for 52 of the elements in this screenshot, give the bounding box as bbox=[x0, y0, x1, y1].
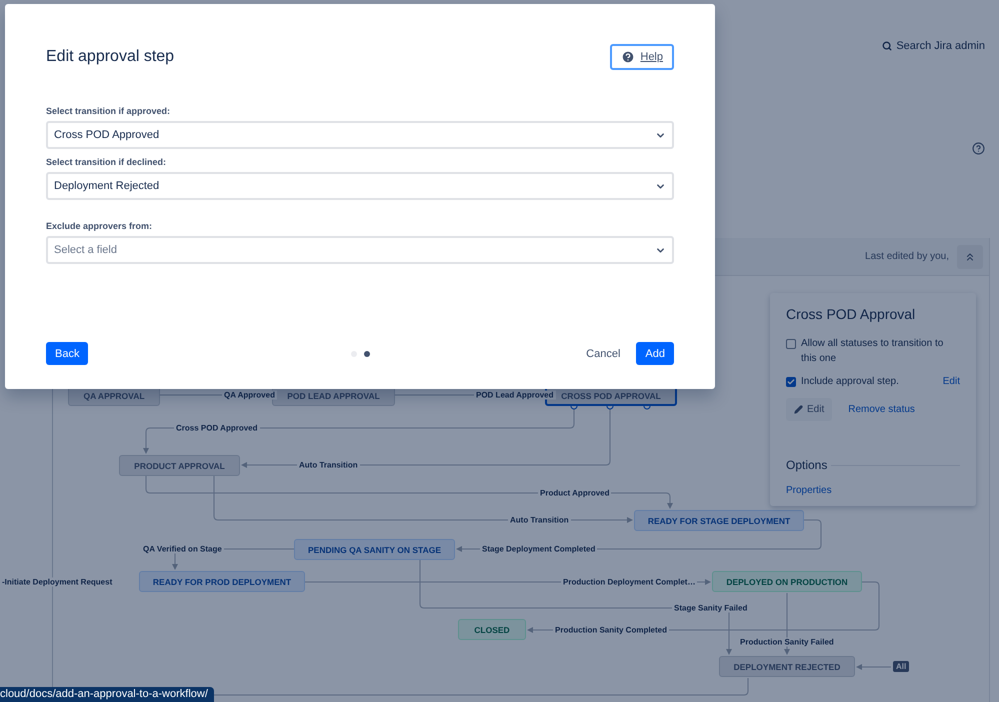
back-button[interactable]: Back bbox=[46, 342, 88, 365]
help-button[interactable]: Help bbox=[610, 44, 674, 70]
field-label: Select transition if declined: bbox=[46, 157, 168, 168]
global-transition-badge: All bbox=[893, 661, 910, 672]
transition-label[interactable]: Auto Transition bbox=[508, 516, 571, 524]
edit-button[interactable]: Edit bbox=[786, 398, 832, 421]
checkbox-label: Allow all statuses to transition to this one bbox=[801, 337, 944, 366]
connector-arrow bbox=[856, 664, 892, 670]
status-node[interactable]: CLOSED bbox=[458, 619, 526, 640]
help-icon bbox=[621, 50, 636, 64]
transition-label[interactable]: QA Verified on Stage bbox=[141, 544, 224, 554]
transition-label[interactable]: Auto Transition bbox=[297, 460, 360, 470]
status-node[interactable]: READY FOR PROD DEPLOYMENT bbox=[139, 571, 305, 592]
transition-label[interactable]: Stage Sanity Failed bbox=[672, 604, 750, 612]
url-tooltip: cloud/docs/add-an-approval-to-a-workflow/ bbox=[0, 687, 214, 702]
add-button[interactable]: Add bbox=[636, 342, 674, 365]
properties-link[interactable]: Properties bbox=[786, 485, 832, 496]
collapse-icon bbox=[964, 250, 976, 262]
field-label: Select transition if approved: bbox=[46, 106, 172, 117]
status-title: Cross POD Approval bbox=[786, 306, 916, 322]
status-node[interactable]: READY FOR STAGE DEPLOYMENT bbox=[634, 510, 804, 531]
collapse-button[interactable] bbox=[957, 244, 983, 268]
status-node[interactable]: DEPLOYMENT REJECTED bbox=[719, 656, 855, 677]
transition-label[interactable]: Production Sanity Completed bbox=[553, 626, 670, 634]
transition-label[interactable]: -Initiate Deployment Request bbox=[0, 578, 114, 586]
remove-status-link[interactable]: Remove status bbox=[848, 404, 915, 415]
transition-label[interactable]: Production Deployment Complet… bbox=[561, 578, 698, 586]
search-link[interactable]: Search Jira admin bbox=[882, 40, 985, 52]
help-icon[interactable] bbox=[972, 142, 985, 155]
dialog-title: Edit approval step bbox=[46, 48, 174, 66]
transition-label[interactable]: QA Approved bbox=[222, 390, 277, 400]
checkbox[interactable] bbox=[786, 377, 796, 387]
status-node[interactable]: PRODUCT APPROVAL bbox=[119, 455, 240, 476]
transition-label[interactable]: Cross POD Approved bbox=[174, 424, 260, 432]
cancel-button[interactable]: Cancel bbox=[582, 342, 624, 365]
options-heading: Options bbox=[786, 458, 828, 472]
checkbox[interactable] bbox=[786, 339, 796, 349]
status-node[interactable]: PENDING QA SANITY ON STAGE bbox=[294, 539, 455, 560]
transition-label[interactable]: Product Approved bbox=[538, 488, 612, 498]
transition-label[interactable]: Stage Deployment Completed bbox=[480, 544, 598, 554]
transition-label[interactable]: POD Lead Approved bbox=[474, 390, 556, 400]
select-field[interactable]: Select a field bbox=[46, 236, 674, 264]
pencil-icon bbox=[794, 405, 803, 414]
transition-label[interactable]: Production Sanity Failed bbox=[738, 638, 836, 646]
checkbox-label: Include approval step. bbox=[801, 375, 900, 389]
select-field[interactable]: Deployment Rejected bbox=[46, 172, 674, 200]
edit-link[interactable]: Edit bbox=[942, 374, 960, 389]
select-field[interactable]: Cross POD Approved bbox=[46, 121, 674, 149]
status-node[interactable]: DEPLOYED ON PRODUCTION bbox=[712, 571, 862, 592]
search-icon bbox=[882, 41, 892, 51]
field-label: Exclude approvers from: bbox=[46, 221, 154, 232]
last-edited-text: Last edited by you, bbox=[865, 251, 949, 262]
